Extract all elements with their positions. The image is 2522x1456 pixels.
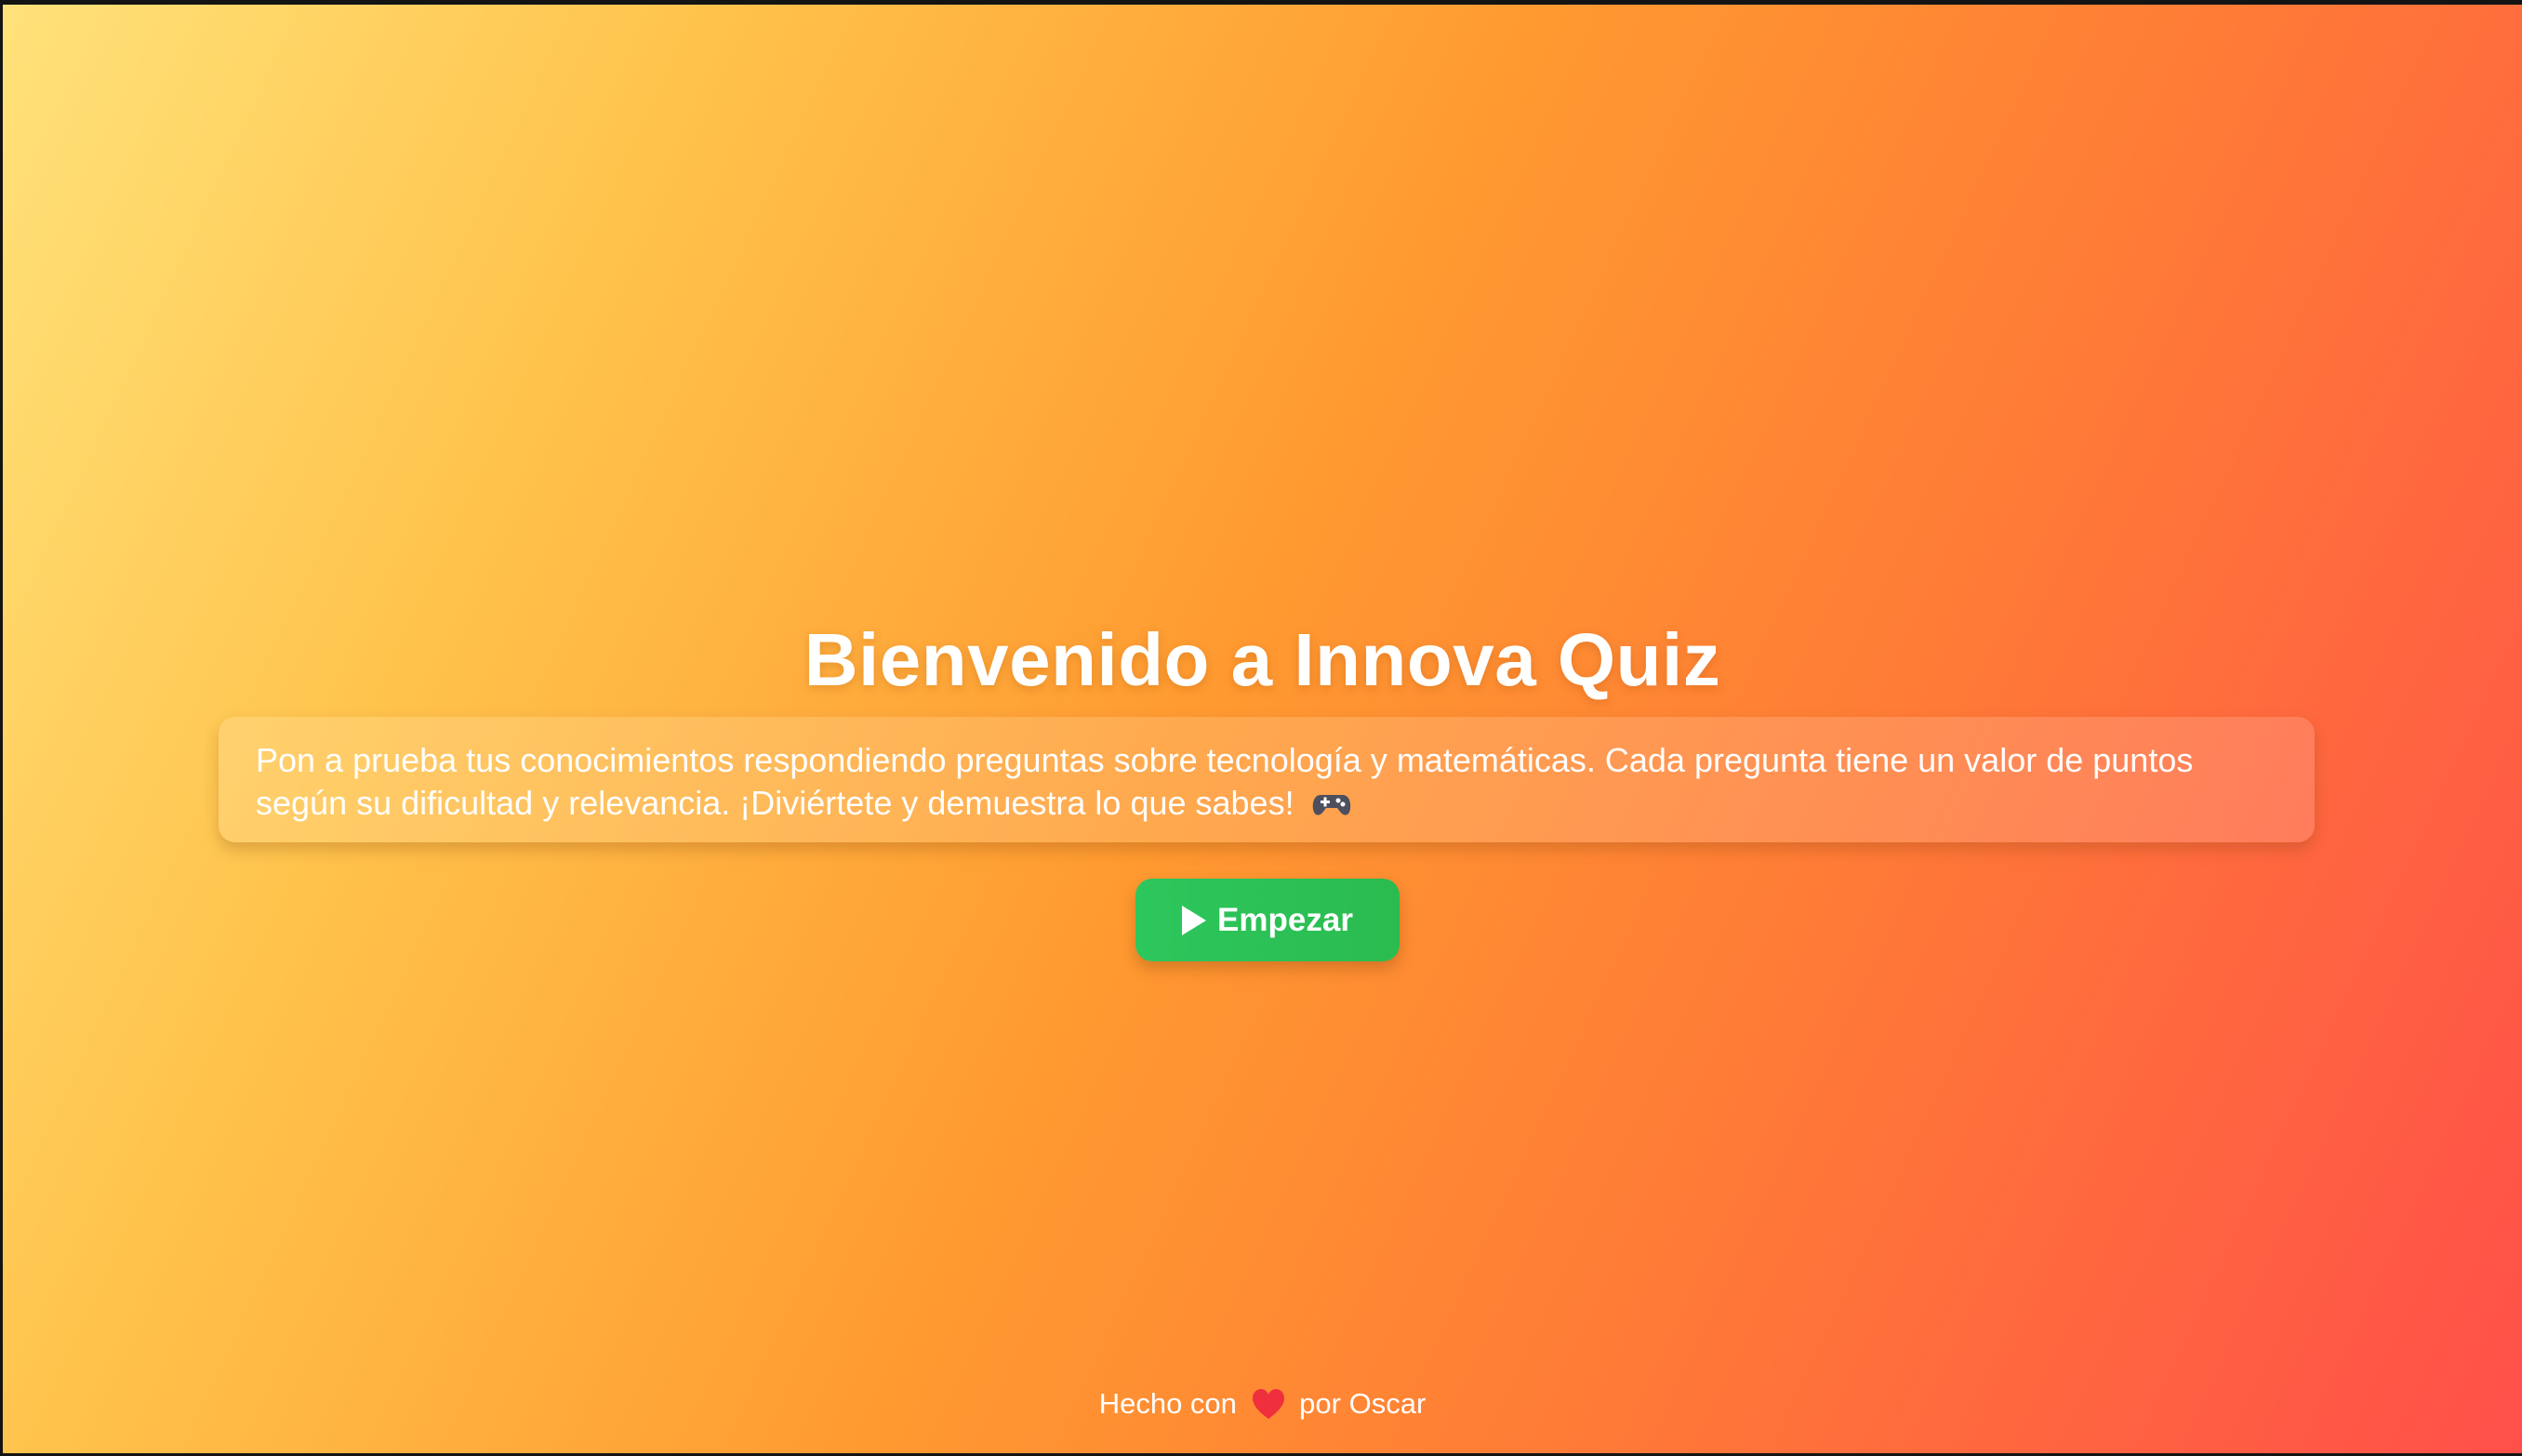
description-text: Pon a prueba tus conocimientos respondie… <box>256 739 2277 830</box>
gamepad-icon <box>1311 787 1352 830</box>
footer-prefix: Hecho con <box>1098 1387 1237 1420</box>
footer-suffix: por Oscar <box>1299 1387 1427 1420</box>
footer: Hecho con por Oscar <box>3 1387 2522 1427</box>
description-card: Pon a prueba tus conocimientos respondie… <box>219 717 2315 842</box>
start-button[interactable]: Empezar <box>1135 879 1400 961</box>
page-title: Bienvenido a Innova Quiz <box>803 617 1721 701</box>
description-copy: Pon a prueba tus conocimientos respondie… <box>256 741 2194 822</box>
heart-icon <box>1251 1388 1286 1427</box>
start-button-label: Empezar <box>1217 901 1353 938</box>
play-icon <box>1182 905 1207 935</box>
app-window: Bienvenido a Innova Quiz Pon a prueba tu… <box>0 0 2522 1456</box>
